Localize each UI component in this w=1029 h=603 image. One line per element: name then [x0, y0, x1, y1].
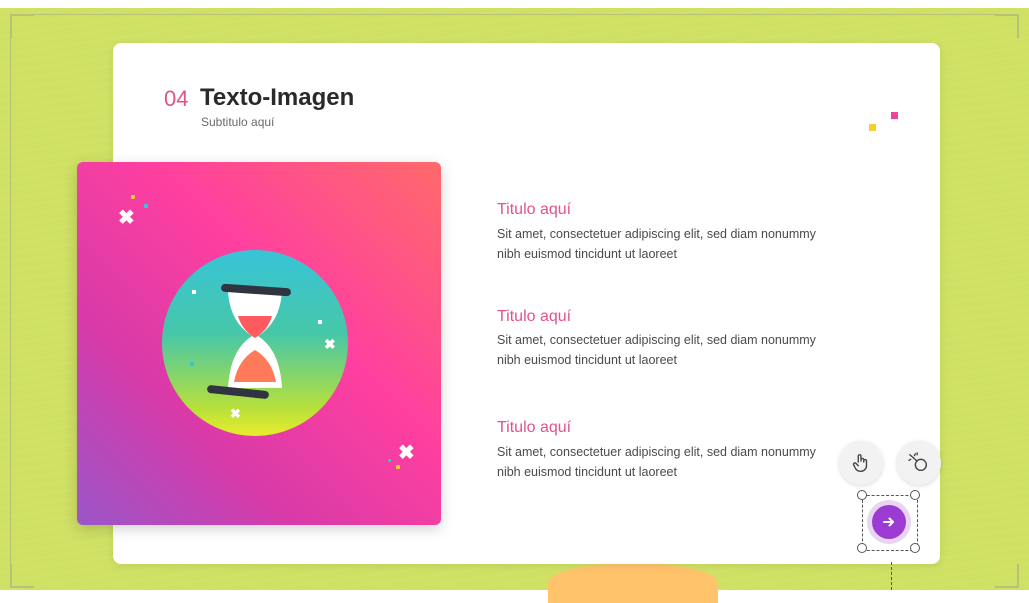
item-2-title[interactable]: Titulo aquí: [497, 308, 571, 326]
background-decoration: [548, 563, 718, 603]
resize-handle-top-left[interactable]: [857, 490, 867, 500]
sparkle-dot: [388, 459, 391, 462]
slide-number[interactable]: 04: [164, 86, 188, 112]
sparkle-x-icon: ✖: [398, 442, 415, 464]
resize-handle-bottom-left[interactable]: [857, 543, 867, 553]
slide-subtitle[interactable]: Subtitulo aquí: [201, 115, 274, 129]
item-3-title[interactable]: Titulo aquí: [497, 419, 571, 437]
decor-square-yellow: [869, 124, 876, 131]
next-button[interactable]: [872, 505, 906, 539]
connector-line: [891, 562, 892, 590]
crop-mark-top-right: [995, 14, 1019, 38]
item-2-text[interactable]: Sit amet, consectetuer adipiscing elit, …: [497, 330, 827, 370]
slide-title[interactable]: Texto-Imagen: [200, 84, 354, 112]
svg-text:✖: ✖: [230, 406, 241, 421]
sparkle-dot: [131, 195, 135, 199]
sparkle-x-icon: ✖: [118, 207, 135, 229]
hourglass-icon: ✖ ✖: [190, 283, 336, 421]
sparkle-dot: [144, 204, 148, 208]
crop-mark-bottom-right: [995, 564, 1019, 588]
sparkle-dot: [396, 465, 400, 469]
interaction-button[interactable]: [839, 441, 883, 485]
crop-mark-bottom-left: [10, 564, 34, 588]
animation-button[interactable]: [897, 441, 941, 485]
resize-handle-bottom-right[interactable]: [910, 543, 920, 553]
guide-horizontal: [10, 14, 1019, 15]
decor-square-pink: [891, 112, 898, 119]
item-3-text[interactable]: Sit amet, consectetuer adipiscing elit, …: [497, 442, 827, 482]
hand-pointer-icon: [852, 454, 868, 472]
magic-wand-icon: [908, 452, 928, 472]
crop-mark-top-left: [10, 14, 34, 38]
arrow-right-icon: [883, 517, 894, 527]
svg-text:✖: ✖: [324, 336, 336, 352]
item-1-title[interactable]: Titulo aquí: [497, 201, 571, 219]
guide-vertical: [10, 14, 11, 584]
item-1-text[interactable]: Sit amet, consectetuer adipiscing elit, …: [497, 224, 827, 264]
resize-handle-top-right[interactable]: [910, 490, 920, 500]
